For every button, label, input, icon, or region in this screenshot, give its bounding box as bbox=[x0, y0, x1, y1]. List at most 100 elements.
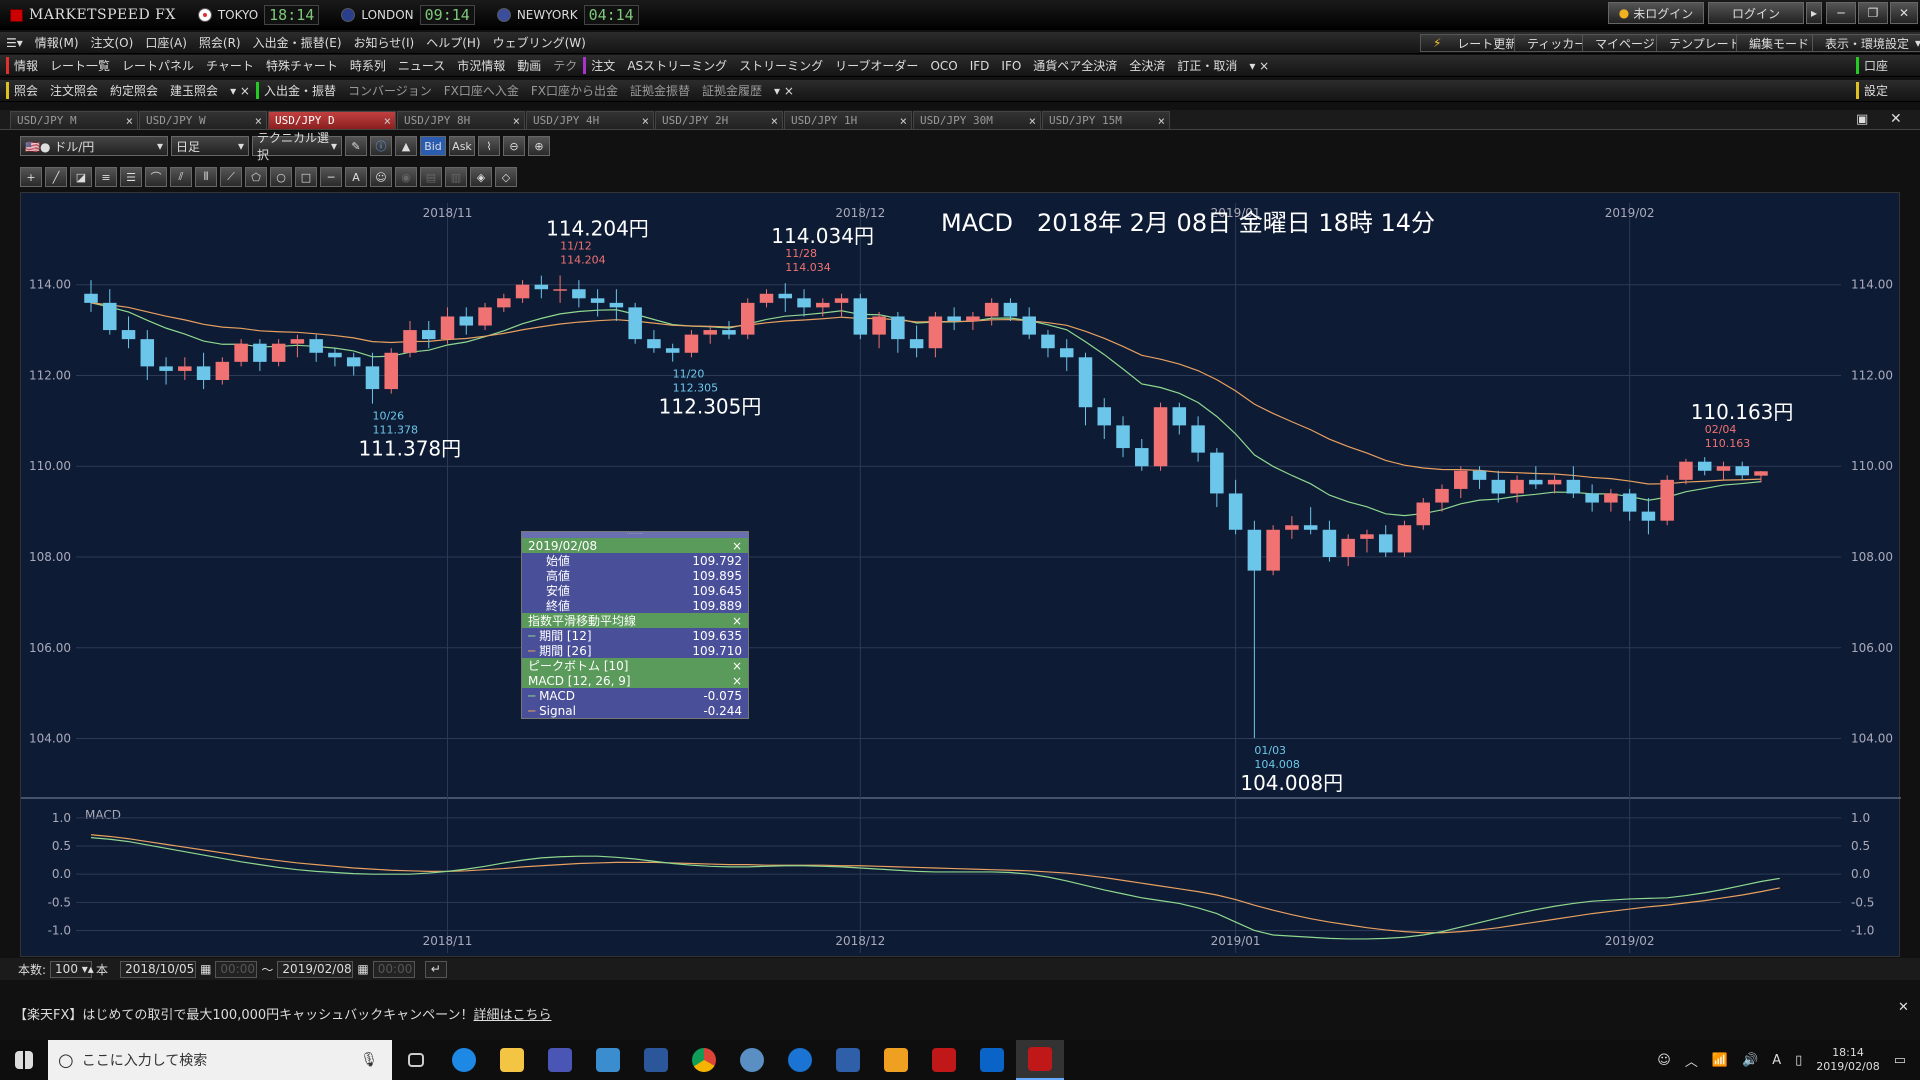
tab-close-icon[interactable]: × bbox=[255, 114, 262, 128]
group-settings[interactable]: 設定 bbox=[1856, 82, 1894, 99]
ime-icon[interactable]: A bbox=[1772, 1053, 1781, 1068]
hlines2-icon[interactable]: ☰ bbox=[120, 167, 142, 187]
icon-tool-icon[interactable]: ☺ bbox=[370, 167, 392, 187]
windows-start-icon[interactable] bbox=[0, 1040, 48, 1080]
edge-icon[interactable] bbox=[776, 1040, 824, 1080]
calendar-from-icon[interactable]: ▦ bbox=[200, 962, 211, 976]
from-date-field[interactable]: 2018/10/05 bbox=[120, 960, 197, 978]
eraser-icon[interactable]: ◪ bbox=[70, 167, 92, 187]
taskbar-search[interactable]: ○ ここに入力して検索 🎙 bbox=[48, 1040, 392, 1080]
tool-order-inquiry[interactable]: 注文照会 bbox=[44, 82, 104, 99]
marketspeed-taskbar-icon[interactable] bbox=[920, 1040, 968, 1080]
minimize-icon[interactable]: ─ bbox=[1826, 2, 1856, 24]
tool-chart[interactable]: チャート bbox=[200, 57, 260, 74]
toolbar2-dropdown-icon[interactable]: ▾ × bbox=[224, 84, 256, 98]
volume-icon[interactable]: 🔊 bbox=[1742, 1053, 1758, 1068]
tray-up-icon[interactable]: ︿ bbox=[1685, 1051, 1698, 1070]
tab-usd-jpy-1h[interactable]: USD/JPY 1H × bbox=[784, 111, 912, 129]
tool-streaming[interactable]: ストリーミング bbox=[733, 57, 829, 74]
word-icon[interactable] bbox=[632, 1040, 680, 1080]
tool-close-all[interactable]: 全決済 bbox=[1123, 57, 1171, 74]
tab-usd-jpy-2h[interactable]: USD/JPY 2H × bbox=[655, 111, 783, 129]
channel-icon[interactable]: ⫽ bbox=[170, 167, 192, 187]
to-date-field[interactable]: 2019/02/08 bbox=[277, 960, 354, 978]
people-icon[interactable]: ☺ bbox=[1657, 1053, 1671, 1068]
toolbar3-dropdown-icon[interactable]: ▾ × bbox=[768, 84, 800, 98]
tool-oco[interactable]: OCO bbox=[924, 59, 963, 73]
chrome-icon[interactable] bbox=[680, 1040, 728, 1080]
menu-info[interactable]: 情報(M) bbox=[29, 34, 85, 51]
pen-icon[interactable]: ✎ bbox=[345, 136, 367, 156]
text-icon[interactable]: A bbox=[345, 167, 367, 187]
banner-link[interactable]: 詳細はこちら bbox=[474, 1004, 552, 1023]
tool-withdraw-fx[interactable]: FX口座から出金 bbox=[525, 82, 624, 99]
group-info[interactable]: 情報 bbox=[6, 57, 44, 74]
bid-button[interactable]: Bid bbox=[420, 136, 446, 156]
menu-inquiry[interactable]: 照会(R) bbox=[193, 34, 247, 51]
tab-close-icon[interactable]: × bbox=[900, 114, 907, 128]
tool-rate-panel[interactable]: レートパネル bbox=[116, 57, 200, 74]
to-time-field[interactable]: 00:00 bbox=[372, 960, 415, 978]
tab-close-icon[interactable]: × bbox=[642, 114, 649, 128]
data-popup[interactable]: ········· 2019/02/08 × 始値 109.792 高値 109.89… bbox=[521, 531, 749, 719]
tab-close-icon[interactable]: × bbox=[1029, 114, 1036, 128]
tab-close-icon[interactable]: × bbox=[513, 114, 520, 128]
technical-select[interactable]: テクニカル選択 ▾ bbox=[252, 131, 342, 162]
tool-pair-close-all[interactable]: 通貨ペア全決済 bbox=[1027, 57, 1123, 74]
app-bird-icon[interactable] bbox=[728, 1040, 776, 1080]
menu-toggle-icon[interactable]: ☰▾ bbox=[0, 36, 29, 50]
maximize-chart-icon[interactable]: ▣ bbox=[1856, 112, 1868, 127]
line-tool-icon[interactable]: ╱ bbox=[45, 167, 67, 187]
tab-usd-jpy-15m[interactable]: USD/JPY 15M × bbox=[1042, 111, 1170, 129]
app-feather-icon[interactable] bbox=[824, 1040, 872, 1080]
tool-ifo[interactable]: IFO bbox=[995, 59, 1027, 73]
tab-usd-jpy-w[interactable]: USD/JPY W × bbox=[139, 111, 267, 129]
marketspeedfx-taskbar-icon[interactable] bbox=[1016, 1040, 1064, 1080]
network-icon[interactable]: 📶 bbox=[1712, 1053, 1728, 1068]
tool-modify-cancel[interactable]: 訂正・取消 bbox=[1171, 57, 1243, 74]
tool-margin-history[interactable]: 証拠金履歴 bbox=[696, 82, 768, 99]
expand-arrow-icon[interactable]: ▸ bbox=[1806, 2, 1822, 24]
restore-icon[interactable]: ❐ bbox=[1858, 2, 1888, 24]
toolbar-dropdown-icon[interactable]: ▾ × bbox=[1243, 59, 1275, 73]
group-deposit[interactable]: 入出金・振替 bbox=[255, 82, 342, 99]
tool-ifd[interactable]: IFD bbox=[964, 59, 996, 73]
ask-button[interactable]: Ask bbox=[449, 136, 475, 156]
vlines-icon[interactable]: ⦀ bbox=[195, 167, 217, 187]
pentagon-icon[interactable]: ⬠ bbox=[245, 167, 267, 187]
group-account[interactable]: 口座 bbox=[1856, 57, 1894, 74]
info-icon[interactable]: ⓘ bbox=[370, 136, 392, 156]
period-select[interactable]: 日足 ▾ bbox=[171, 136, 249, 156]
circle-icon[interactable]: ○ bbox=[270, 167, 292, 187]
menu-account[interactable]: 口座(A) bbox=[139, 34, 193, 51]
chart-area[interactable]: 114.00 114.00 112.00 112.00 110.00 110.00 108.… bbox=[20, 192, 1901, 957]
tab-usd-jpy-8h[interactable]: USD/JPY 8H × bbox=[397, 111, 525, 129]
zoom-in-icon[interactable]: ⊕ bbox=[528, 136, 550, 156]
outlook-icon[interactable] bbox=[968, 1040, 1016, 1080]
crosshair-icon[interactable]: + bbox=[20, 167, 42, 187]
pitchfork-icon[interactable]: ⟋ bbox=[220, 167, 242, 187]
tool-conversion[interactable]: コンバージョン bbox=[342, 82, 438, 99]
apply-range-icon[interactable]: ↵ bbox=[424, 960, 447, 978]
count-select[interactable]: 100 ▾▴ bbox=[50, 960, 94, 978]
tool-as-streaming[interactable]: ASストリーミング bbox=[621, 57, 733, 74]
popup-macd-close-icon[interactable]: × bbox=[732, 674, 742, 688]
delete-drawing-icon[interactable]: ◈ bbox=[470, 167, 492, 187]
calculator-icon[interactable] bbox=[536, 1040, 584, 1080]
tab-usd-jpy-4h[interactable]: USD/JPY 4H × bbox=[526, 111, 654, 129]
tool-margin-transfer[interactable]: 証拠金振替 bbox=[624, 82, 696, 99]
chart-type-icon[interactable]: ⌇ bbox=[478, 136, 500, 156]
popup-peak-close-icon[interactable]: × bbox=[732, 659, 742, 673]
tool-timeseries[interactable]: 時系列 bbox=[344, 57, 392, 74]
tab-usd-jpy-d[interactable]: USD/JPY D × bbox=[268, 111, 396, 129]
explorer-icon[interactable] bbox=[488, 1040, 536, 1080]
notification-icon[interactable]: ▭ bbox=[1894, 1053, 1906, 1068]
rectangle-icon[interactable]: □ bbox=[295, 167, 317, 187]
popup-ema-close-icon[interactable]: × bbox=[732, 614, 742, 628]
mic-icon[interactable]: 🎙 bbox=[360, 1052, 378, 1068]
tab-close-icon[interactable]: × bbox=[126, 114, 133, 128]
mountain-icon[interactable]: ▲ bbox=[395, 136, 417, 156]
calendar-to-icon[interactable]: ▦ bbox=[357, 962, 368, 976]
group-inquiry[interactable]: 照会 bbox=[6, 82, 44, 99]
ie-icon[interactable] bbox=[440, 1040, 488, 1080]
